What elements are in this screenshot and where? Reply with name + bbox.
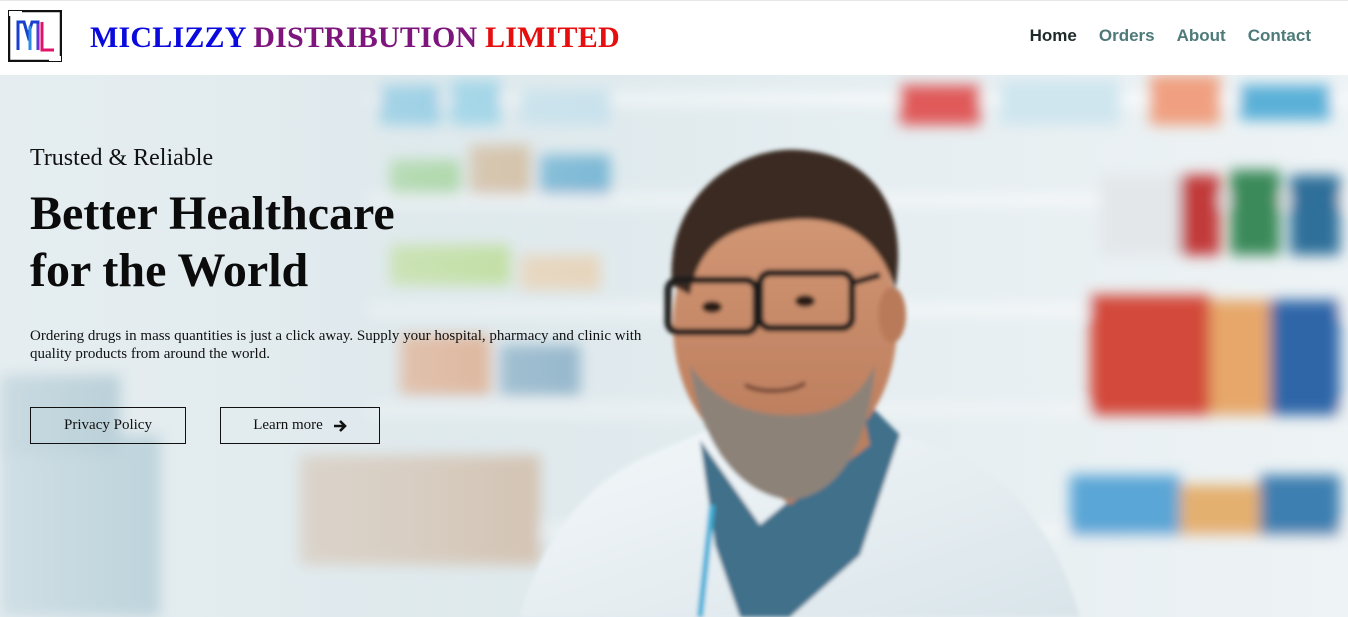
main-nav: Home Orders About Contact [1008, 26, 1311, 46]
learn-more-label: Learn more [253, 417, 323, 433]
brand-part-3: LIMITED [485, 21, 620, 54]
headline-line-2: for the World [30, 244, 309, 297]
hero-section: Trusted & Reliable Better Healthcare for… [0, 75, 1348, 617]
privacy-policy-label: Privacy Policy [64, 417, 152, 433]
nav-item-contact[interactable]: Contact [1248, 26, 1311, 46]
nav-item-orders[interactable]: Orders [1099, 26, 1155, 46]
site-header: MICLIZZY DISTRIBUTION LIMITED Home Order… [0, 0, 1348, 75]
brand-part-2: DISTRIBUTION [253, 21, 478, 54]
nav-item-home[interactable]: Home [1030, 26, 1077, 46]
privacy-policy-button[interactable]: Privacy Policy [30, 407, 186, 444]
arrow-right-icon [333, 419, 347, 432]
hero-headline: Better Healthcare for the World [30, 185, 490, 299]
hero-tagline: Trusted & Reliable [30, 145, 214, 171]
headline-line-1: Better Healthcare [30, 187, 395, 240]
brand-part-1: MICLIZZY [90, 21, 246, 54]
ml-logo-icon[interactable] [8, 10, 62, 62]
nav-item-about[interactable]: About [1177, 26, 1226, 46]
hero-description: Ordering drugs in mass quantities is jus… [30, 328, 642, 362]
brand-name[interactable]: MICLIZZY DISTRIBUTION LIMITED [90, 21, 620, 55]
learn-more-button[interactable]: Learn more [220, 407, 380, 444]
